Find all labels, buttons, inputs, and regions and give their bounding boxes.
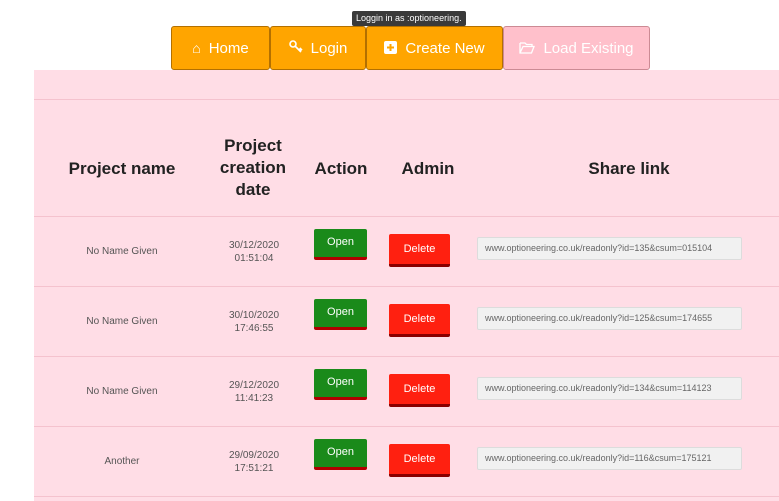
- time-value: 17:46:55: [234, 323, 274, 334]
- header-project-name: Project name: [68, 159, 176, 178]
- key-icon: [288, 40, 303, 56]
- divider: [34, 496, 779, 497]
- nav-home-button[interactable]: ⌂ Home: [171, 26, 270, 70]
- project-date: 29/12/2020 11:41:23: [209, 379, 299, 405]
- project-date: 30/12/2020 01:51:04: [209, 239, 299, 265]
- share-link-field[interactable]: www.optioneering.co.uk/readonly?id=134&c…: [477, 377, 742, 400]
- open-button[interactable]: Open: [314, 229, 367, 260]
- date-value: 30/10/2020: [228, 310, 280, 321]
- project-date: 30/10/2020 17:46:55: [209, 309, 299, 335]
- open-button[interactable]: Open: [314, 439, 367, 470]
- project-name: Another: [104, 456, 140, 467]
- delete-button[interactable]: Delete: [389, 304, 450, 337]
- divider: [34, 356, 779, 357]
- nav-create-new-button[interactable]: Create New: [366, 26, 503, 70]
- time-value: 01:51:04: [234, 253, 274, 264]
- header-action: Action: [314, 159, 368, 178]
- divider: [34, 99, 779, 100]
- login-tooltip: Loggin in as :optioneering.: [352, 11, 466, 26]
- header-date-line: date: [235, 180, 271, 199]
- open-button[interactable]: Open: [314, 299, 367, 330]
- home-icon: ⌂: [192, 40, 201, 56]
- plus-square-icon: [384, 40, 398, 56]
- projects-panel: Project name Project creation date Actio…: [34, 70, 779, 501]
- share-link-field[interactable]: www.optioneering.co.uk/readonly?id=125&c…: [477, 307, 742, 330]
- nav-load-existing-button[interactable]: Load Existing: [503, 26, 650, 70]
- time-value: 11:41:23: [234, 393, 274, 404]
- share-link-field[interactable]: www.optioneering.co.uk/readonly?id=116&c…: [477, 447, 742, 470]
- delete-button[interactable]: Delete: [389, 444, 450, 477]
- folder-open-icon: [519, 41, 536, 56]
- open-button[interactable]: Open: [314, 369, 367, 400]
- header-share-link: Share link: [588, 159, 670, 178]
- header-date-line: creation: [219, 158, 287, 177]
- app-root: Loggin in as :optioneering. ⌂ Home Login…: [0, 0, 779, 501]
- header-date-line: Project: [224, 136, 282, 155]
- nav-login-button[interactable]: Login: [270, 26, 366, 70]
- divider: [34, 286, 779, 287]
- date-value: 29/12/2020: [228, 380, 280, 391]
- time-value: 17:51:21: [234, 463, 274, 474]
- project-date: 29/09/2020 17:51:21: [209, 449, 299, 475]
- share-link-field[interactable]: www.optioneering.co.uk/readonly?id=135&c…: [477, 237, 742, 260]
- date-value: 29/09/2020: [228, 450, 280, 461]
- header-admin: Admin: [401, 159, 455, 178]
- nav-home-label: Home: [208, 39, 249, 57]
- divider: [34, 426, 779, 427]
- nav-login-label: Login: [310, 39, 348, 57]
- nav-create-new-label: Create New: [405, 39, 485, 57]
- date-value: 30/12/2020: [228, 240, 280, 251]
- nav-load-existing-label: Load Existing: [543, 39, 634, 57]
- header-creation-date: Project creation date: [203, 135, 303, 201]
- project-name: No Name Given: [86, 246, 158, 257]
- divider: [34, 216, 779, 217]
- project-name: No Name Given: [86, 316, 158, 327]
- project-name: No Name Given: [86, 386, 158, 397]
- delete-button[interactable]: Delete: [389, 374, 450, 407]
- delete-button[interactable]: Delete: [389, 234, 450, 267]
